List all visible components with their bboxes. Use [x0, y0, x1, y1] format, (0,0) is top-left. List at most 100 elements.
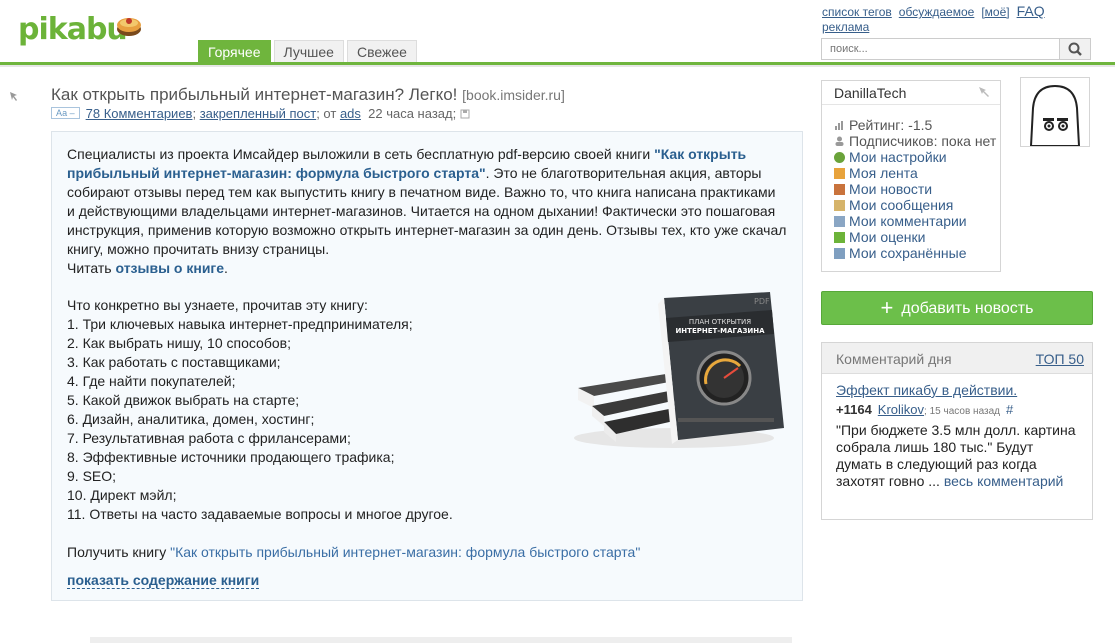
tab-fresh[interactable]: Свежее	[346, 40, 417, 63]
full-comment-link[interactable]: весь комментарий	[944, 473, 1064, 489]
menu-label: Мои сообщения	[849, 197, 954, 213]
faq-link[interactable]: FAQ	[1017, 3, 1045, 19]
add-news-button[interactable]: + добавить новость	[821, 291, 1093, 325]
subscribers-icon	[835, 136, 844, 146]
mine-link[interactable]: [моё]	[981, 5, 1009, 19]
search-icon	[1068, 42, 1082, 56]
subscribers-text: Подписчиков: пока нет	[849, 133, 997, 149]
post-title[interactable]: Как открыть прибыльный интернет-магазин?…	[51, 85, 565, 105]
header: pikabu Горячее Лучшее Свежее список тего…	[0, 0, 1115, 63]
post-paragraph: Специалисты из проекта Имсайдер выложили…	[67, 145, 787, 278]
top-links: список тегов обсуждаемое [моё] FAQ реклама	[822, 3, 1052, 34]
list-item: 11. Ответы на часто задаваемые вопросы и…	[67, 506, 453, 522]
next-post-edge	[90, 637, 792, 643]
paragraph-part1: Специалисты из проекта Имсайдер выложили…	[67, 146, 655, 162]
search-input[interactable]	[822, 40, 1068, 58]
menu-comments[interactable]: Мои комментарии	[834, 213, 967, 229]
ads-link[interactable]: реклама	[822, 20, 869, 34]
avatar[interactable]	[1020, 77, 1090, 147]
book-cover-title-2: ИНТЕРНЕТ-МАГАЗИНА	[675, 327, 765, 335]
comment-time: ; 15 часов назад	[924, 406, 1000, 417]
section-tabs: Горячее Лучшее Свежее	[198, 40, 417, 63]
rating-stat: Рейтинг: -1.5	[834, 117, 932, 133]
comment-text: "При бюджете 3.5 млн долл. картина собра…	[836, 422, 1076, 490]
post-title-text[interactable]: Как открыть прибыльный интернет-магазин?…	[51, 85, 457, 104]
list-item: 7. Результативная работа с фрилансерами;	[67, 430, 351, 446]
post-source: [book.imsider.ru]	[462, 87, 565, 103]
post-content: Специалисты из проекта Имсайдер выложили…	[51, 131, 803, 601]
rating-text: Рейтинг: -1.5	[849, 117, 933, 133]
tab-best[interactable]: Лучшее	[273, 40, 344, 63]
show-contents-link[interactable]: показать содержание книги	[67, 572, 260, 589]
list-item: 6. Дизайн, аналитика, домен, хостинг;	[67, 411, 315, 427]
subscribers-stat: Подписчиков: пока нет	[834, 133, 996, 149]
comment-permalink[interactable]: #	[1006, 402, 1013, 417]
comments-icon	[834, 216, 845, 227]
comments-link[interactable]: 78 Комментариев	[86, 106, 193, 121]
pikabu-logo[interactable]: pikabu	[18, 12, 128, 47]
pinned-link[interactable]: закрепленный пост	[200, 106, 317, 121]
save-icon[interactable]	[460, 109, 470, 119]
reviews-link[interactable]: отзывы о книге	[115, 260, 224, 276]
plus-icon: +	[880, 295, 894, 320]
book-cover-pdf: PDF	[754, 297, 770, 306]
list-item: 10. Директ мэйл;	[67, 487, 177, 503]
menu-label: Мои оценки	[849, 229, 926, 245]
search-box	[821, 38, 1091, 60]
comment-of-day: Комментарий дня ТОП 50 Эффект пикабу в д…	[821, 342, 1093, 520]
discussed-link[interactable]: обсуждаемое	[899, 5, 975, 19]
comment-of-day-title: Комментарий дня	[836, 351, 952, 367]
list-item: 1. Три ключевых навыка интернет-предприн…	[67, 316, 413, 332]
menu-news[interactable]: Мои новости	[834, 181, 932, 197]
post-time: 22 часа назад	[368, 106, 453, 121]
list-item: 9. SEO;	[67, 468, 117, 484]
book-cover-image: ПЛАН ОТКРЫТИЯ ИНТЕРНЕТ-МАГАЗИНА PDF	[574, 292, 784, 448]
menu-label: Мои настройки	[849, 149, 947, 165]
list-intro: Что конкретно вы узнаете, прочитав эту к…	[67, 297, 368, 313]
gear-icon	[834, 152, 845, 163]
menu-settings[interactable]: Мои настройки	[834, 149, 947, 165]
get-book-link[interactable]: "Как открыть прибыльный интернет-магазин…	[170, 544, 640, 560]
search-button[interactable]	[1059, 39, 1090, 59]
news-icon	[834, 184, 845, 195]
menu-label: Мои комментарии	[849, 213, 967, 229]
get-prefix: Получить книгу	[67, 544, 171, 560]
menu-saved[interactable]: Мои сохранённые	[834, 245, 967, 261]
cake-logo-icon	[117, 18, 141, 36]
author-link[interactable]: ads	[340, 106, 361, 121]
add-news-label: добавить новость	[901, 300, 1034, 317]
feed-icon	[834, 168, 845, 179]
comment-post-link[interactable]: Эффект пикабу в действии.	[836, 382, 1017, 398]
ratings-icon	[834, 232, 845, 243]
comment-of-day-header: Комментарий дня ТОП 50	[822, 343, 1092, 374]
user-box: DanillaTech Рейтинг: -1.5 Подписчиков: п…	[821, 80, 1001, 272]
comment-author[interactable]: Krolikov	[878, 402, 924, 417]
username[interactable]: DanillaTech	[834, 85, 906, 101]
read-prefix: Читать	[67, 260, 116, 276]
pin-icon[interactable]	[8, 90, 20, 102]
tag-list-link[interactable]: список тегов	[822, 5, 892, 19]
top50-link[interactable]: ТОП 50	[1036, 351, 1084, 367]
menu-messages[interactable]: Мои сообщения	[834, 197, 953, 213]
rating-icon	[835, 121, 843, 130]
text-size-toggle[interactable]: Аа –	[51, 107, 80, 119]
menu-label: Моя лента	[849, 165, 918, 181]
comment-meta: +1164 Krolikov; 15 часов назад #	[836, 402, 1013, 417]
comment-score: +1164	[836, 402, 872, 417]
envelope-icon	[834, 200, 845, 211]
tab-hot[interactable]: Горячее	[198, 40, 271, 63]
read-suffix: .	[224, 260, 228, 276]
menu-feed[interactable]: Моя лента	[834, 165, 918, 181]
from-label: ; от	[316, 106, 337, 121]
avatar-face-icon	[1029, 84, 1081, 147]
menu-label: Мои сохранённые	[849, 245, 967, 261]
list-item: 4. Где найти покупателей;	[67, 373, 236, 389]
menu-label: Мои новости	[849, 181, 933, 197]
header-shadow	[0, 65, 1115, 67]
menu-ratings[interactable]: Мои оценки	[834, 229, 925, 245]
post-meta: Аа –78 Комментариев; закрепленный пост; …	[51, 106, 470, 121]
list-item: 5. Какой движок выбрать на старте;	[67, 392, 300, 408]
user-settings-icon[interactable]	[978, 86, 990, 98]
saved-icon	[834, 248, 845, 259]
book-cover-title-1: ПЛАН ОТКРЫТИЯ	[689, 318, 751, 326]
